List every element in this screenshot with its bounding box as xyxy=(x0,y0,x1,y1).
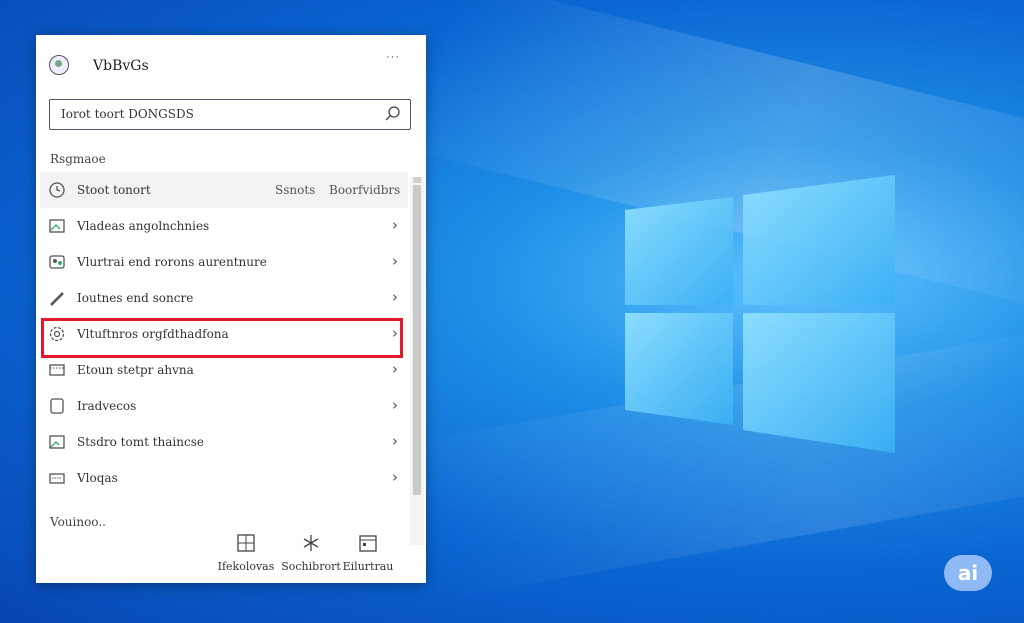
list-item[interactable]: Vlurtrai end rorons aurentnure › xyxy=(40,244,408,280)
list-item[interactable]: Vladeas angolnchnies › xyxy=(40,208,408,244)
people-icon xyxy=(49,255,65,269)
sparkle-icon xyxy=(303,535,319,551)
section-title: Rsgmaoe xyxy=(50,152,106,166)
chevron-right-icon: › xyxy=(392,288,398,306)
clock-icon xyxy=(49,182,65,198)
chevron-right-icon: › xyxy=(392,360,398,378)
scroll-up-arrow[interactable] xyxy=(413,177,421,183)
list-item[interactable]: Stoot tonort Ssnots Boorfvidbrs xyxy=(40,172,408,208)
start-menu-header: VbBvGs ··· xyxy=(36,35,426,95)
gear-icon xyxy=(49,326,65,342)
list-item-label: Iradvecos xyxy=(77,399,137,413)
list-item-label: Vltuftnros orgfdthadfona xyxy=(77,327,229,341)
list-item-label: Vlurtrai end rorons aurentnure xyxy=(77,255,267,269)
list-item-label: Etoun stetpr ahvna xyxy=(77,363,194,377)
list-item[interactable]: Stsdro tomt thaincse › xyxy=(40,424,408,460)
footer-button-grid[interactable]: Ifekolovas xyxy=(216,533,276,575)
film-icon xyxy=(49,364,65,376)
list-item-label: Vloqas xyxy=(77,471,118,485)
list-item-label: Ioutnes end soncre xyxy=(77,291,194,305)
footer-button-label: Eilurtrau xyxy=(342,560,394,573)
menu-list: Stoot tonort Ssnots Boorfvidbrs Vladeas … xyxy=(40,172,408,496)
search-icon[interactable] xyxy=(384,105,402,123)
footer-button-sparkle[interactable]: Sochibrort xyxy=(281,533,341,575)
windows-logo xyxy=(625,175,895,453)
ai-badge[interactable]: ai xyxy=(944,555,992,591)
list-item[interactable]: Iradvecos › xyxy=(40,388,408,424)
footer-button-label: Sochibrort xyxy=(281,560,341,573)
photo-icon xyxy=(49,435,65,449)
chevron-right-icon: › xyxy=(392,396,398,414)
list-item[interactable]: Vloqas › xyxy=(40,460,408,496)
calendar-icon xyxy=(359,535,377,552)
chevron-right-icon: › xyxy=(392,252,398,270)
list-item-label: Stoot tonort xyxy=(77,183,151,197)
scroll-thumb[interactable] xyxy=(413,185,421,495)
list-item-label: Stsdro tomt thaincse xyxy=(77,435,204,449)
chevron-right-icon: › xyxy=(392,216,398,234)
chevron-right-icon: › xyxy=(392,468,398,486)
avatar[interactable] xyxy=(49,55,69,75)
scrollbar[interactable] xyxy=(410,177,424,545)
list-item-tag[interactable]: Boorfvidbrs xyxy=(329,183,400,197)
keyboard-icon xyxy=(49,473,65,484)
list-item-tag[interactable]: Ssnots xyxy=(275,183,315,197)
footer-button-calendar[interactable]: Eilurtrau xyxy=(338,533,398,575)
pen-icon xyxy=(50,292,64,306)
chevron-right-icon: › xyxy=(392,324,398,342)
image-icon xyxy=(49,219,65,233)
grid-icon xyxy=(237,534,255,552)
chevron-right-icon: › xyxy=(392,432,398,450)
username: VbBvGs xyxy=(93,58,149,74)
search-value: Iorot toort DONGSDS xyxy=(61,107,194,121)
list-item-label: Vladeas angolnchnies xyxy=(77,219,210,233)
footer-button-label: Ifekolovas xyxy=(217,560,275,573)
list-item[interactable]: Vltuftnros orgfdthadfona › xyxy=(40,316,408,352)
start-menu-panel: VbBvGs ··· Iorot toort DONGSDS Rsgmaoe S… xyxy=(36,35,426,583)
list-item[interactable]: Ioutnes end soncre › xyxy=(40,280,408,316)
document-icon xyxy=(50,398,64,414)
list-item[interactable]: Etoun stetpr ahvna › xyxy=(40,352,408,388)
more-options-button[interactable]: ··· xyxy=(386,51,400,63)
search-input[interactable]: Iorot toort DONGSDS xyxy=(49,99,411,130)
footer-title: Vouinoo.. xyxy=(50,515,106,529)
